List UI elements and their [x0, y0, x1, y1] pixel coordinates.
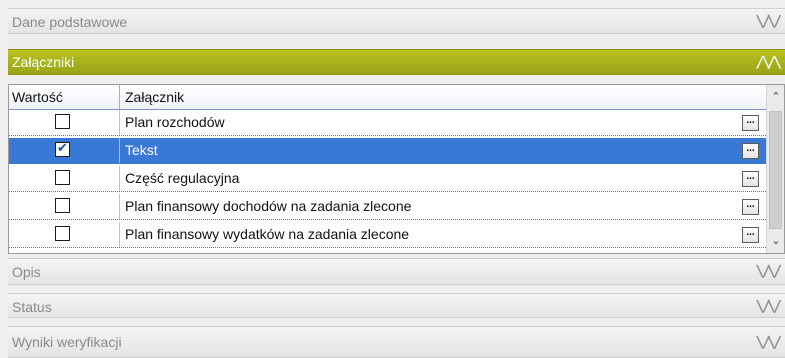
value-checkbox[interactable]: [55, 226, 70, 241]
value-checkbox[interactable]: [55, 114, 70, 129]
vertical-scrollbar[interactable]: ⌃ ⌄: [766, 85, 784, 253]
value-checkbox[interactable]: [55, 198, 70, 213]
cell-divider: [119, 166, 120, 191]
section-wyniki-weryfikacji[interactable]: Wyniki weryfikacji ⋁⋁: [8, 326, 785, 358]
table-row[interactable]: Plan rozchodów...: [9, 110, 766, 136]
scroll-up-icon[interactable]: ⌃: [770, 91, 782, 103]
ellipsis-button[interactable]: ...: [742, 199, 759, 215]
column-header-wartosc[interactable]: Wartość: [12, 89, 63, 105]
section-title: Załączniki: [12, 54, 75, 70]
attachment-name: Plan rozchodów: [125, 114, 225, 130]
cell-divider: [119, 194, 120, 219]
section-dane-podstawowe[interactable]: Dane podstawowe ⋁⋁: [8, 8, 785, 34]
table-row[interactable]: Część regulacyjna...: [9, 166, 766, 192]
section-status[interactable]: Status ⋁⋁: [8, 293, 785, 318]
ellipsis-button[interactable]: ...: [742, 115, 759, 131]
ellipsis-button[interactable]: ...: [742, 227, 759, 243]
ellipsis-button[interactable]: ...: [742, 171, 759, 187]
attachment-name: Plan finansowy wydatków na zadania zleco…: [125, 226, 410, 242]
table-row[interactable]: Plan finansowy dochodów na zadania zleco…: [9, 194, 766, 220]
cell-divider: [119, 138, 120, 163]
attachment-name: Plan finansowy dochodów na zadania zleco…: [125, 198, 412, 214]
chevron-double-up-icon[interactable]: ⋀⋀: [756, 53, 781, 70]
chevron-double-down-icon[interactable]: ⋁⋁: [756, 262, 781, 279]
table-row[interactable]: ✔ Tekst...: [9, 138, 766, 164]
accordion-panel: Dane podstawowe ⋁⋁ Załączniki ⋀⋀ Wartość…: [8, 8, 785, 358]
checkmark-icon: ✔: [57, 140, 68, 155]
attachment-name: Tekst: [125, 142, 158, 158]
chevron-double-down-icon[interactable]: ⋁⋁: [756, 12, 781, 29]
attachment-name: Część regulacyjna: [125, 170, 240, 186]
value-checkbox[interactable]: [55, 170, 70, 185]
chevron-double-down-icon[interactable]: ⋁⋁: [756, 333, 781, 350]
cell-divider: [119, 110, 120, 135]
ellipsis-button[interactable]: ...: [742, 143, 759, 159]
scroll-down-icon[interactable]: ⌄: [770, 235, 782, 247]
attachments-grid: Wartość Załącznik Plan rozchodów... ✔ Teks…: [8, 84, 785, 254]
scrollbar-thumb[interactable]: [769, 111, 782, 229]
section-title: Dane podstawowe: [12, 14, 128, 30]
value-checkbox[interactable]: ✔: [55, 140, 70, 157]
section-opis[interactable]: Opis ⋁⋁: [8, 258, 785, 285]
section-zalaczniki[interactable]: Załączniki ⋀⋀: [8, 49, 785, 75]
chevron-double-down-icon[interactable]: ⋁⋁: [756, 297, 781, 314]
column-divider[interactable]: [119, 85, 120, 109]
section-title: Wyniki weryfikacji: [12, 334, 122, 350]
table-row[interactable]: Plan finansowy wydatków na zadania zleco…: [9, 222, 766, 248]
cell-divider: [119, 222, 120, 247]
column-header-zalacznik[interactable]: Załącznik: [125, 89, 184, 105]
grid-header: Wartość Załącznik: [9, 85, 766, 110]
section-title: Status: [12, 299, 52, 315]
section-title: Opis: [12, 264, 41, 280]
